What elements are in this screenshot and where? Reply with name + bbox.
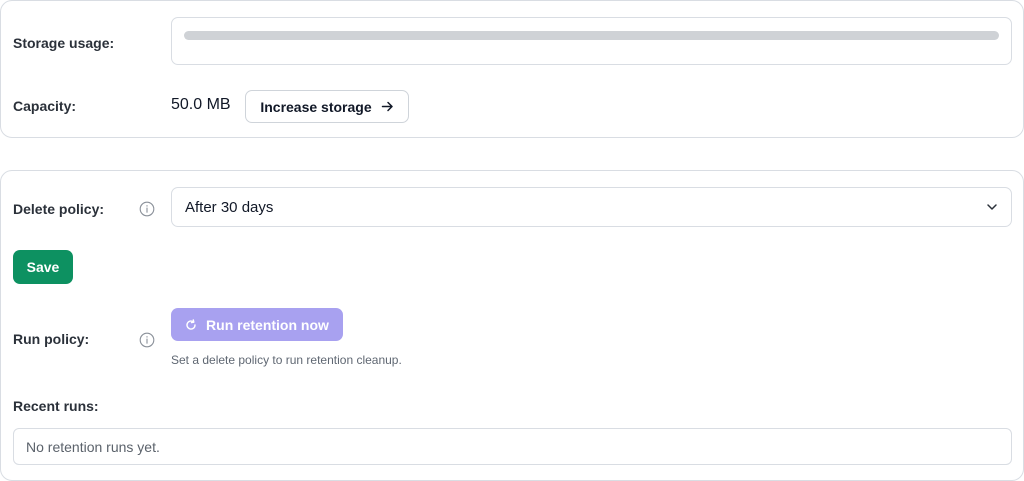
storage-usage-track <box>184 31 999 40</box>
refresh-icon <box>185 318 197 331</box>
storage-usage-label: Storage usage: <box>13 35 115 51</box>
recent-runs-list: No retention runs yet. <box>13 428 1012 465</box>
capacity-label: Capacity: <box>13 98 77 114</box>
retention-policy-card: Delete policy: After 30 days Save Run po… <box>0 170 1024 481</box>
info-icon[interactable] <box>139 201 155 217</box>
chevron-down-icon <box>985 200 999 214</box>
run-policy-hint: Set a delete policy to run retention cle… <box>171 353 402 367</box>
capacity-value: 50.0 MB <box>171 96 231 113</box>
recent-runs-empty-text: No retention runs yet. <box>26 438 160 455</box>
arrow-right-icon <box>381 100 394 113</box>
increase-storage-label: Increase storage <box>260 98 372 115</box>
run-retention-label: Run retention now <box>206 316 329 333</box>
run-policy-label: Run policy: <box>13 331 90 347</box>
run-retention-button[interactable]: Run retention now <box>171 308 343 341</box>
info-icon[interactable] <box>139 332 155 348</box>
storage-card: Storage usage: Capacity: 50.0 MB Increas… <box>0 0 1024 138</box>
delete-policy-selected-value: After 30 days <box>185 198 274 216</box>
storage-usage-meter <box>171 17 1012 65</box>
save-button[interactable]: Save <box>13 250 73 284</box>
increase-storage-button[interactable]: Increase storage <box>245 90 409 123</box>
recent-runs-label: Recent runs: <box>13 398 99 414</box>
delete-policy-select[interactable]: After 30 days <box>171 187 1012 227</box>
delete-policy-label: Delete policy: <box>13 201 105 217</box>
